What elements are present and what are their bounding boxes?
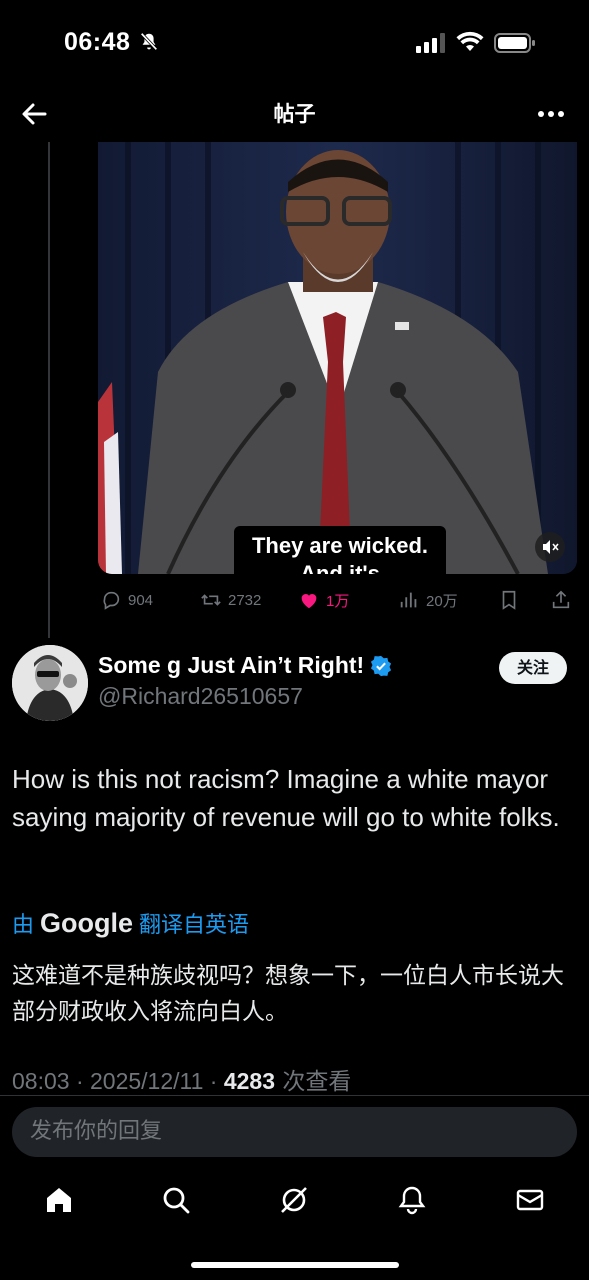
verified-icon — [371, 655, 392, 676]
tweet-view-label: 次查看 — [275, 1069, 352, 1095]
tweet-text: How is this not racism? Imagine a white … — [12, 764, 560, 832]
notifications-icon[interactable] — [396, 1184, 428, 1216]
thread-line — [48, 142, 50, 638]
more-icon[interactable] — [535, 100, 567, 128]
mute-icon[interactable] — [535, 532, 565, 562]
author-handle: @Richard26510657 — [98, 683, 303, 709]
bottom-nav — [0, 1170, 589, 1234]
top-bar: 帖子 — [0, 88, 589, 140]
bookmark-action[interactable] — [498, 586, 520, 614]
translate-suffix: 翻译自英语 — [139, 913, 250, 938]
google-logo: Google — [40, 908, 134, 938]
translate-attribution[interactable]: 由 Google 翻译自英语 — [12, 907, 249, 939]
reply-action[interactable]: 904 — [100, 586, 153, 614]
repost-icon — [201, 594, 221, 606]
repost-count: 2732 — [228, 591, 262, 609]
author-info[interactable]: Some g Just Ain’t Right! @Richard2651065… — [98, 652, 392, 710]
like-action[interactable]: 1万 — [298, 586, 349, 614]
status-time: 06:48 — [64, 28, 131, 56]
status-bar: 06:48 — [0, 0, 589, 88]
tweet-view-count: 4283 — [223, 1068, 276, 1094]
search-icon[interactable] — [160, 1184, 192, 1216]
bell-slash-icon — [140, 32, 158, 51]
avatar-image — [12, 645, 88, 721]
messages-icon[interactable] — [514, 1184, 546, 1216]
views-action[interactable]: 20万 — [398, 586, 458, 614]
reply-count: 904 — [128, 591, 154, 609]
author-name: Some g Just Ain’t Right! — [98, 652, 365, 678]
repost-action[interactable]: 2732 — [200, 586, 261, 614]
tweet-meta: 08:03 · 2025/12/11 · 4283 次查看 — [12, 1062, 351, 1096]
avatar[interactable] — [12, 645, 88, 721]
follow-button[interactable]: 关注 — [499, 652, 567, 684]
reply-icon — [103, 591, 120, 610]
like-count: 1万 — [326, 592, 350, 610]
wifi-icon — [456, 31, 484, 51]
heart-icon — [301, 594, 317, 609]
tweet-timestamp[interactable]: 08:03 · 2025/12/11 · — [12, 1068, 224, 1094]
translate-prefix: 由 — [12, 913, 35, 938]
view-count: 20万 — [426, 592, 458, 610]
quoted-tweet-actions: 904 2732 1万 20万 — [98, 586, 578, 616]
video-player[interactable]: They are wicked. And it's — [98, 142, 577, 574]
share-action[interactable] — [550, 586, 572, 614]
home-icon[interactable] — [43, 1184, 75, 1216]
page-title: 帖子 — [273, 102, 316, 126]
battery-icon — [494, 33, 535, 53]
divider — [0, 1095, 589, 1096]
author-name-row: Some g Just Ain’t Right! — [98, 652, 392, 679]
signal-icon — [416, 33, 445, 53]
home-indicator — [191, 1262, 399, 1268]
translated-text: 这难道不是种族歧视吗？想象一下，一位白人市长说大部分财政收入将流向白人。 — [12, 963, 564, 1025]
bookmark-icon — [502, 590, 516, 610]
video-caption: They are wicked. And it's — [234, 526, 446, 574]
grok-icon[interactable] — [278, 1184, 310, 1216]
caption-line-2: And it's — [300, 561, 380, 574]
video-frame — [98, 142, 577, 574]
share-icon — [552, 590, 570, 609]
reply-input[interactable]: 发布你的回复 — [12, 1107, 577, 1157]
views-icon — [400, 592, 417, 608]
caption-line-1: They are wicked. — [251, 533, 429, 558]
